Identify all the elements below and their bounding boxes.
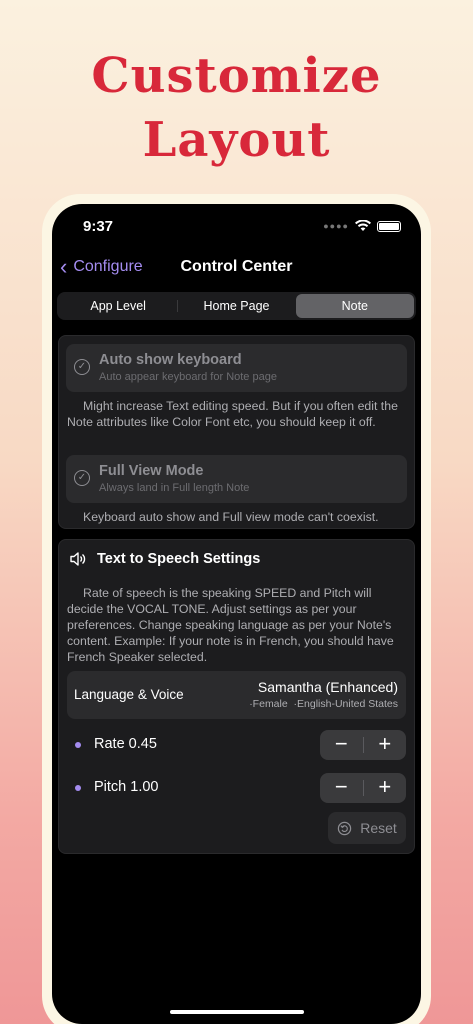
page-title: Control Center [180,258,293,275]
nav-bar: ‹ Configure Control Center [52,256,421,280]
full-view-subtitle: Always land in Full length Note [99,482,250,494]
phone-frame: 9:37 ●●●● ‹ Configure Control Center App… [42,194,431,1024]
cellular-icon: ●●●● [323,221,349,231]
battery-icon [377,220,401,232]
home-indicator[interactable] [169,1010,304,1014]
note-settings-card: ✓ Auto show keyboard Auto appear keyboar… [58,335,415,529]
tts-description: Rate of speech is the speaking SPEED and… [67,586,394,664]
auto-show-note: Might increase Text editing speed. But i… [67,399,398,429]
voice-name: Samantha (Enhanced) [257,679,398,695]
rate-label: Rate 0.45 [94,736,157,752]
tts-header: Text to Speech Settings [69,551,260,567]
tts-title: Text to Speech Settings [97,551,261,567]
checkmark-circle-icon: ✓ [74,359,90,375]
rate-stepper: − + [320,730,406,760]
reset-button[interactable]: Reset [328,812,406,844]
full-view-note: Keyboard auto show and Full view mode ca… [83,510,379,524]
promo-headline: Customize Layout [0,44,473,172]
auto-show-keyboard-toggle[interactable]: ✓ Auto show keyboard Auto appear keyboar… [66,344,407,392]
tts-settings-card: Text to Speech Settings Rate of speech i… [58,539,415,854]
full-view-mode-toggle[interactable]: ✓ Full View Mode Always land in Full len… [66,455,407,503]
phone-screen: 9:37 ●●●● ‹ Configure Control Center App… [52,204,421,1024]
status-time: 9:37 [83,218,114,235]
language-label: Language & Voice [74,687,184,702]
rate-increase-button[interactable]: + [364,730,407,760]
headline-line-2: Layout [142,112,331,168]
pitch-row: Pitch 1.00 − + [67,773,406,803]
pitch-decrease-button[interactable]: − [320,773,363,803]
auto-show-title: Auto show keyboard [99,352,242,368]
status-icons: ●●●● [323,220,401,232]
voice-meta: ·Female ·English-United States [249,698,398,710]
auto-show-subtitle: Auto appear keyboard for Note page [99,371,277,383]
wifi-icon [355,220,371,231]
full-view-title: Full View Mode [99,463,204,479]
pitch-stepper: − + [320,773,406,803]
pitch-label: Pitch 1.00 [94,779,159,795]
rate-row: Rate 0.45 − + [67,730,406,760]
rate-decrease-button[interactable]: − [320,730,363,760]
bullet-icon [75,742,81,748]
checkmark-circle-icon: ✓ [74,470,90,486]
language-voice-row[interactable]: Language & Voice Samantha (Enhanced) ·Fe… [67,671,406,719]
tab-app-level[interactable]: App Level [59,294,177,318]
bullet-icon [75,785,81,791]
speaker-icon [70,552,86,566]
pitch-increase-button[interactable]: + [364,773,407,803]
reset-label: Reset [360,820,397,836]
segmented-control: App Level Home Page Note [57,292,416,320]
headline-line-1: Customize [91,48,382,104]
tab-note[interactable]: Note [295,294,414,318]
reset-icon [338,821,352,835]
status-bar: 9:37 ●●●● [52,218,421,238]
tab-home-page[interactable]: Home Page [177,294,295,318]
